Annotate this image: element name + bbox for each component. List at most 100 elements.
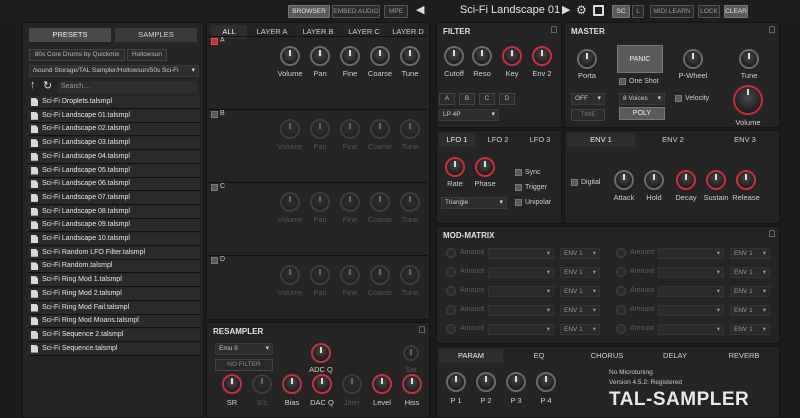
resampler-knob[interactable] bbox=[222, 374, 242, 394]
mod-amount-slider[interactable] bbox=[446, 324, 456, 334]
lock-icon[interactable] bbox=[769, 230, 775, 237]
list-item[interactable]: Sci-Fi Landscape 07.talsmpl bbox=[28, 191, 200, 205]
layer-b-tune-knob[interactable] bbox=[400, 119, 420, 139]
resampler-knob[interactable] bbox=[342, 374, 362, 394]
layer-d-coarse-knob[interactable] bbox=[370, 265, 390, 285]
filter-reso-knob[interactable] bbox=[472, 46, 492, 66]
list-item[interactable]: Sci-Fi Landscape 10.talsmpl bbox=[28, 233, 200, 246]
mod-target-dropdown[interactable] bbox=[658, 286, 724, 297]
tab-eq[interactable]: EQ bbox=[507, 349, 571, 363]
resampler-knob[interactable] bbox=[402, 374, 422, 394]
list-item[interactable]: Sci-Fi Landscape 02.talsmpl bbox=[28, 123, 200, 137]
layer-b-enable-checkbox[interactable] bbox=[211, 111, 218, 118]
filter-type-dropdown[interactable]: LP 4P bbox=[439, 109, 499, 121]
list-item[interactable]: Sci-Fi Ring Mod 1.talsmpl bbox=[28, 274, 200, 288]
env-attack-knob[interactable] bbox=[614, 170, 634, 190]
adc-q-knob[interactable] bbox=[311, 343, 331, 363]
mod-amount-slider[interactable] bbox=[446, 267, 456, 277]
filter-key-knob[interactable] bbox=[502, 46, 522, 66]
list-item[interactable]: Sci-Fi Ring Mod Fail.talsmpl bbox=[28, 301, 200, 315]
tab-chorus[interactable]: CHORUS bbox=[575, 349, 639, 363]
resampler-knob[interactable] bbox=[252, 374, 272, 394]
prev-preset-icon[interactable]: ◀ bbox=[416, 3, 424, 16]
env-decay-knob[interactable] bbox=[676, 170, 696, 190]
tab-env-3[interactable]: ENV 3 bbox=[711, 133, 779, 147]
mod-target-dropdown[interactable] bbox=[488, 267, 554, 278]
mod-source-dropdown[interactable]: ENV 1 bbox=[730, 305, 770, 316]
category-chip[interactable]: 80s Core Drums by Quickmix bbox=[29, 49, 125, 61]
poly-button[interactable]: POLY bbox=[619, 107, 665, 120]
layer-b-fine-knob[interactable] bbox=[340, 119, 360, 139]
no-filter-button[interactable]: NO FILTER bbox=[215, 359, 273, 371]
mod-amount-slider[interactable] bbox=[616, 305, 626, 315]
layer-d-fine-knob[interactable] bbox=[340, 265, 360, 285]
layer-a-fine-knob[interactable] bbox=[340, 46, 360, 66]
env-hold-knob[interactable] bbox=[644, 170, 664, 190]
trigger-checkbox[interactable] bbox=[515, 184, 522, 191]
list-item[interactable]: Sci-Fi Sequence 2.talsmpl bbox=[28, 328, 200, 342]
list-item[interactable]: Sci-Fi Landscape 04.talsmpl bbox=[28, 150, 200, 164]
tab-lfo-1[interactable]: LFO 1 bbox=[439, 133, 475, 147]
voices-dropdown[interactable]: 8 Voices bbox=[619, 93, 665, 105]
refresh-icon[interactable]: ↻ bbox=[43, 79, 52, 92]
mod-source-dropdown[interactable]: ENV 1 bbox=[560, 286, 600, 297]
param-knob[interactable] bbox=[446, 372, 466, 392]
list-item[interactable]: Sci-Fi Droplets.talsmpl bbox=[28, 96, 200, 109]
master-volume-knob[interactable] bbox=[733, 85, 763, 115]
layer-d-enable-checkbox[interactable] bbox=[211, 257, 218, 264]
mod-amount-slider[interactable] bbox=[616, 267, 626, 277]
mod-source-dropdown[interactable]: ENV 1 bbox=[730, 248, 770, 259]
mod-source-dropdown[interactable]: ENV 1 bbox=[560, 324, 600, 335]
list-item[interactable]: Sci-Fi Landscape 03.talsmpl bbox=[28, 137, 200, 151]
mod-amount-slider[interactable] bbox=[446, 286, 456, 296]
layer-b-volume-knob[interactable] bbox=[280, 119, 300, 139]
mod-amount-slider[interactable] bbox=[616, 248, 626, 258]
unipolar-checkbox[interactable] bbox=[515, 199, 522, 206]
lfo-rate-knob[interactable] bbox=[445, 157, 465, 177]
panic-button[interactable]: PANIC bbox=[617, 45, 663, 73]
lock-icon[interactable] bbox=[551, 26, 557, 33]
mod-target-dropdown[interactable] bbox=[658, 324, 724, 335]
filter-cutoff-knob[interactable] bbox=[444, 46, 464, 66]
lock-icon[interactable] bbox=[769, 26, 775, 33]
mod-amount-slider[interactable] bbox=[616, 324, 626, 334]
env-sustain-knob[interactable] bbox=[706, 170, 726, 190]
layer-d-volume-knob[interactable] bbox=[280, 265, 300, 285]
one-shot-checkbox[interactable] bbox=[619, 78, 626, 85]
next-preset-icon[interactable]: ▶ bbox=[562, 3, 570, 16]
mod-target-dropdown[interactable] bbox=[488, 286, 554, 297]
tab-presets[interactable]: PRESETS bbox=[29, 28, 111, 42]
list-item[interactable]: Sci-Fi Landscape 05.talsmpl bbox=[28, 164, 200, 178]
param-knob[interactable] bbox=[506, 372, 526, 392]
list-item[interactable]: Sci-Fi Ring Mod Moans.talsmpl bbox=[28, 315, 200, 329]
list-item[interactable]: Sci-Fi Sequence.talsmpl bbox=[28, 342, 200, 356]
filter-mode-d[interactable]: D bbox=[499, 93, 515, 105]
layer-c-coarse-knob[interactable] bbox=[370, 192, 390, 212]
tab-samples[interactable]: SAMPLES bbox=[115, 28, 197, 42]
embed-audio-button[interactable]: EMBED AUDIO bbox=[332, 5, 380, 18]
search-input[interactable]: Search... bbox=[57, 81, 197, 93]
midi-learn-button[interactable]: MIDI LEARN bbox=[650, 5, 694, 18]
mod-source-dropdown[interactable]: ENV 1 bbox=[730, 267, 770, 278]
mod-target-dropdown[interactable] bbox=[488, 248, 554, 259]
layer-d-pan-knob[interactable] bbox=[310, 265, 330, 285]
tab-param[interactable]: PARAM bbox=[439, 349, 503, 363]
layer-c-enable-checkbox[interactable] bbox=[211, 184, 218, 191]
mod-target-dropdown[interactable] bbox=[658, 267, 724, 278]
sc-button[interactable]: SC bbox=[612, 5, 630, 18]
tab-delay[interactable]: DELAY bbox=[643, 349, 707, 363]
up-arrow-icon[interactable]: ↑ bbox=[30, 79, 36, 91]
tab-lfo-3[interactable]: LFO 3 bbox=[521, 133, 559, 147]
layer-c-tune-knob[interactable] bbox=[400, 192, 420, 212]
layer-a-coarse-knob[interactable] bbox=[370, 46, 390, 66]
mod-target-dropdown[interactable] bbox=[488, 305, 554, 316]
digital-checkbox[interactable] bbox=[571, 179, 578, 186]
tab-reverb[interactable]: REVERB bbox=[711, 349, 777, 363]
layer-c-volume-knob[interactable] bbox=[280, 192, 300, 212]
porta-mode-dropdown[interactable]: OFF bbox=[571, 93, 605, 105]
gear-icon[interactable]: ⚙ bbox=[576, 3, 587, 17]
lock-button[interactable]: LOCK bbox=[698, 5, 720, 18]
category-chip[interactable]: Hollowsun bbox=[127, 49, 167, 61]
lfo-phase-knob[interactable] bbox=[475, 157, 495, 177]
l-button[interactable]: L bbox=[632, 5, 644, 18]
